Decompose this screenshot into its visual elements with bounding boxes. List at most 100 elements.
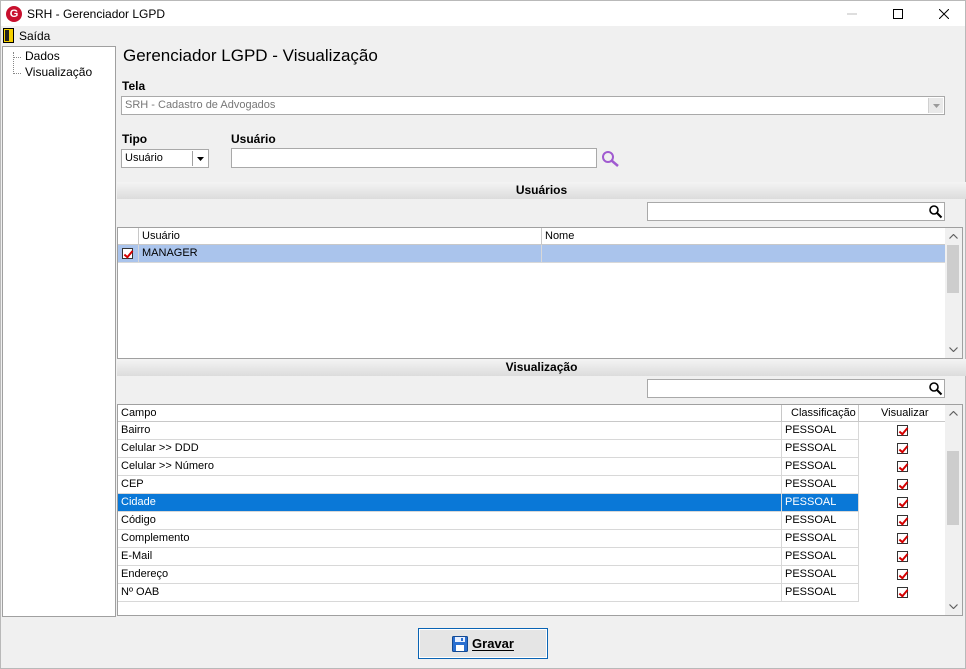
table-row[interactable]: Celular >> Número PESSOAL [118, 458, 947, 476]
cell-campo: Bairro [118, 422, 782, 440]
visualizar-checkbox[interactable] [897, 425, 908, 436]
save-button-label: Gravar [472, 636, 514, 651]
usuarios-grid-header: Usuário Nome [118, 228, 947, 245]
header-classificacao[interactable]: Classificação [782, 405, 859, 422]
scroll-down-button[interactable] [945, 598, 962, 615]
header-check-column [118, 228, 139, 245]
scroll-down-button[interactable] [945, 341, 962, 358]
tipo-value: Usuário [125, 152, 163, 164]
app-logo-icon: G [6, 6, 22, 22]
cell-visualizar [859, 458, 947, 476]
tree-item-visualizacao[interactable]: Visualização [25, 65, 92, 79]
visualizar-checkbox[interactable] [897, 587, 908, 598]
minimize-button[interactable] [829, 1, 875, 27]
usuario-input[interactable] [231, 148, 597, 168]
cell-nome [542, 245, 947, 263]
cell-classificacao: PESSOAL [782, 494, 859, 512]
floppy-disk-icon [452, 635, 469, 652]
cell-visualizar [859, 548, 947, 566]
tipo-select[interactable]: Usuário [121, 149, 209, 168]
visualizacao-section-header: Visualização [117, 359, 966, 376]
visualizar-checkbox[interactable] [897, 515, 908, 526]
cell-campo: Celular >> Número [118, 458, 782, 476]
table-row[interactable]: E-Mail PESSOAL [118, 548, 947, 566]
search-icon[interactable] [928, 381, 943, 396]
menu-exit-label: Saída [19, 28, 51, 43]
row-check-cell [118, 245, 139, 263]
usuarios-scrollbar[interactable] [945, 228, 962, 358]
cell-usuario: MANAGER [139, 245, 542, 263]
maximize-button[interactable] [875, 1, 921, 27]
tela-value: SRH - Cadastro de Advogados [125, 99, 276, 111]
table-row[interactable]: Celular >> DDD PESSOAL [118, 440, 947, 458]
visualizar-checkbox[interactable] [897, 569, 908, 580]
cell-visualizar [859, 566, 947, 584]
cell-classificacao: PESSOAL [782, 422, 859, 440]
visualizar-checkbox[interactable] [897, 443, 908, 454]
header-usuario[interactable]: Usuário [139, 228, 542, 245]
cell-classificacao: PESSOAL [782, 440, 859, 458]
scroll-up-button[interactable] [945, 405, 962, 422]
visualizacao-search-input[interactable] [647, 379, 945, 398]
chevron-down-icon [949, 604, 958, 609]
visualizar-checkbox[interactable] [897, 479, 908, 490]
tela-label: Tela [122, 79, 146, 93]
menu-item-exit[interactable]: Saída [3, 27, 50, 44]
visualizar-checkbox[interactable] [897, 461, 908, 472]
tipo-dropdown-button[interactable] [192, 151, 207, 166]
table-row[interactable]: Endereço PESSOAL [118, 566, 947, 584]
cell-classificacao: PESSOAL [782, 584, 859, 602]
chevron-down-icon [932, 103, 940, 108]
window-title: SRH - Gerenciador LGPD [27, 7, 166, 21]
table-row[interactable]: Cidade PESSOAL [118, 494, 947, 512]
visualizar-checkbox[interactable] [897, 533, 908, 544]
cell-campo: Complemento [118, 530, 782, 548]
cell-campo: Cidade [118, 494, 782, 512]
cell-campo: Endereço [118, 566, 782, 584]
search-icon[interactable] [601, 150, 620, 168]
tela-dropdown-button[interactable] [928, 98, 943, 113]
search-icon[interactable] [928, 204, 943, 219]
usuarios-section-header: Usuários [117, 182, 966, 199]
tela-select[interactable]: SRH - Cadastro de Advogados [121, 96, 945, 115]
header-nome[interactable]: Nome [542, 228, 947, 245]
usuarios-search-input[interactable] [647, 202, 945, 221]
close-icon [939, 9, 949, 19]
save-button[interactable]: Gravar [418, 628, 548, 659]
table-row[interactable]: Código PESSOAL [118, 512, 947, 530]
header-visualizar[interactable]: Visualizar [859, 405, 947, 422]
cell-campo: E-Mail [118, 548, 782, 566]
cell-classificacao: PESSOAL [782, 512, 859, 530]
header-campo[interactable]: Campo [118, 405, 782, 422]
visualizar-checkbox[interactable] [897, 551, 908, 562]
visualizar-checkbox[interactable] [897, 497, 908, 508]
cell-campo: CEP [118, 476, 782, 494]
scroll-up-button[interactable] [945, 228, 962, 245]
navigation-tree: Dados Visualização [2, 46, 116, 617]
cell-visualizar [859, 422, 947, 440]
tipo-label: Tipo [122, 132, 148, 146]
scroll-thumb[interactable] [947, 451, 959, 525]
page-title: Gerenciador LGPD - Visualização [123, 46, 378, 65]
menu-bar: Saída [0, 26, 966, 45]
cell-classificacao: PESSOAL [782, 458, 859, 476]
tree-connector [13, 73, 21, 74]
table-row[interactable]: Nº OAB PESSOAL [118, 584, 947, 602]
tree-item-dados[interactable]: Dados [25, 49, 60, 63]
visualizacao-scrollbar[interactable] [945, 405, 962, 615]
cell-classificacao: PESSOAL [782, 566, 859, 584]
title-bar: G SRH - Gerenciador LGPD [0, 0, 966, 26]
cell-visualizar [859, 494, 947, 512]
cell-classificacao: PESSOAL [782, 548, 859, 566]
scroll-thumb[interactable] [947, 245, 959, 293]
table-row[interactable]: Complemento PESSOAL [118, 530, 947, 548]
maximize-icon [893, 9, 903, 19]
table-row[interactable]: Bairro PESSOAL [118, 422, 947, 440]
cell-campo: Nº OAB [118, 584, 782, 602]
table-row[interactable]: CEP PESSOAL [118, 476, 947, 494]
table-row[interactable]: MANAGER [118, 245, 947, 263]
cell-visualizar [859, 476, 947, 494]
close-button[interactable] [921, 1, 966, 27]
row-checkbox[interactable] [122, 248, 133, 259]
chevron-down-icon [949, 347, 958, 352]
